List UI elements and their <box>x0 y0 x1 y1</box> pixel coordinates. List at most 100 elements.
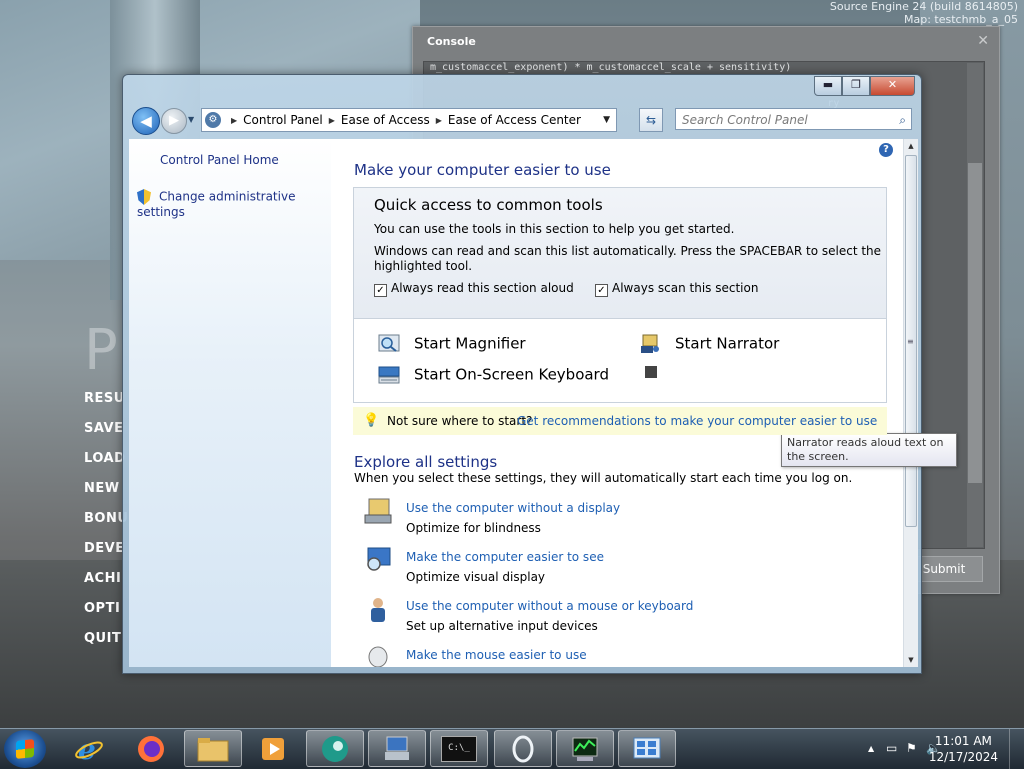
explore-settings-subtitle: When you select these settings, they wil… <box>354 471 853 485</box>
scroll-up-icon[interactable]: ▲ <box>904 139 918 153</box>
folder-icon <box>197 737 229 761</box>
minimize-button[interactable]: ▬ <box>814 76 842 96</box>
change-admin-settings-label: Change administrative settings <box>137 189 296 220</box>
taskbar-task-manager[interactable] <box>556 730 614 767</box>
start-onscreen-keyboard-label: Start On-Screen Keyboard <box>414 365 609 384</box>
person-input-icon <box>371 598 385 622</box>
high-contrast-icon <box>645 366 657 378</box>
search-input[interactable]: Search Control Panel ⌕ <box>675 108 912 130</box>
left-navigation-pane: Control Panel Home Change administrative… <box>129 139 331 667</box>
recent-pages-icon[interactable]: ▼ <box>188 115 194 124</box>
engine-info: Source Engine 24 (build 8614805) Map: te… <box>830 0 1018 26</box>
taskbar-file-explorer[interactable] <box>184 730 242 767</box>
remote-desktop-icon <box>385 736 409 760</box>
scroll-down-icon[interactable]: ▼ <box>904 653 918 667</box>
refresh-button[interactable]: ⇆ <box>639 108 663 132</box>
explore-settings-heading: Explore all settings <box>354 453 498 471</box>
read-aloud-label: Always read this section aloud <box>391 281 574 295</box>
start-button[interactable] <box>4 730 46 768</box>
caption-buttons: ▬ ❐ ✕ <box>814 76 915 96</box>
close-button[interactable]: ✕ <box>870 76 915 96</box>
engine-map: Map: testchmb_a_05 <box>904 13 1018 26</box>
setting-without-display-link[interactable]: Use the computer without a display <box>406 501 620 515</box>
change-admin-settings-link[interactable]: Change administrative settings <box>137 189 331 219</box>
quick-access-header: Quick access to common tools You can use… <box>354 188 886 319</box>
quick-access-section: Quick access to common tools You can use… <box>353 187 887 403</box>
start-magnifier-button[interactable]: Start Magnifier <box>378 334 526 354</box>
setting-without-display-desc: Optimize for blindness <box>406 521 541 535</box>
magnifier-icon <box>378 334 400 352</box>
control-panel-home-link[interactable]: Control Panel Home <box>160 153 279 167</box>
read-aloud-checkbox[interactable]: ✓ Always read this section aloud <box>374 281 574 297</box>
narrator-icon <box>641 334 659 353</box>
setting-mouse-easier-link[interactable]: Make the mouse easier to use <box>406 648 587 662</box>
taskbar: e C:\_ ▲ ▭ ⚑ 🔈 11:01 AM 12/17/2024 <box>0 728 1024 769</box>
show-desktop-button[interactable] <box>1009 729 1024 769</box>
scan-section-checkbox[interactable]: ✓ Always scan this section <box>595 281 758 297</box>
taskbar-internet-explorer[interactable]: e <box>60 730 118 767</box>
network-icon[interactable]: ▭ <box>886 741 897 755</box>
taskbar-remote-desktop[interactable] <box>368 730 426 767</box>
console-title: Console <box>427 35 476 48</box>
firefox-icon <box>138 735 164 762</box>
checkbox-check-icon: ✓ <box>595 284 608 297</box>
quick-access-title: Quick access to common tools <box>374 196 603 214</box>
breadcrumb-chevron-icon[interactable]: ▶ <box>329 116 335 125</box>
setting-without-mouse-keyboard-link[interactable]: Use the computer without a mouse or keyb… <box>406 599 693 613</box>
start-narrator-label: Start Narrator <box>675 334 780 353</box>
no-display-icon <box>364 498 392 524</box>
portal-icon <box>512 735 534 762</box>
internet-explorer-icon: e <box>75 734 103 764</box>
taskbar-control-panel[interactable] <box>618 730 676 767</box>
console-log-line: m_customaccel_exponent) * m_customaccel_… <box>430 62 792 73</box>
get-recommendations-link[interactable]: Get recommendations to make your compute… <box>517 407 877 435</box>
address-dropdown-icon[interactable]: ▼ <box>603 115 610 125</box>
windows-logo-icon <box>16 739 34 759</box>
ease-of-access-window: ▬ ❐ ✕ ◀ ▶ ▼ ⚙ ▶ Control Panel ▶ Ease of … <box>122 74 957 674</box>
taskbar-steam[interactable] <box>306 730 364 767</box>
taskbar-media-player[interactable] <box>244 730 302 767</box>
checkbox-check-icon: ✓ <box>374 284 387 297</box>
breadcrumb-ease-of-access-center[interactable]: Ease of Access Center <box>448 113 581 127</box>
command-prompt-icon: C:\_ <box>441 735 477 762</box>
quick-access-text-1: You can use the tools in this section to… <box>374 222 735 236</box>
task-manager-icon <box>572 737 598 761</box>
recommendation-banner: 💡 Not sure where to start? Get recommend… <box>353 407 887 435</box>
breadcrumb-chevron-icon[interactable]: ▶ <box>231 116 237 125</box>
start-onscreen-keyboard-button[interactable]: Start On-Screen Keyboard <box>378 365 609 385</box>
quick-access-text-3: highlighted tool. <box>374 259 473 273</box>
system-clock[interactable]: 11:01 AM 12/17/2024 <box>929 733 998 765</box>
navigation-bar: ◀ ▶ ▼ ⚙ ▶ Control Panel ▶ Ease of Access… <box>131 107 915 137</box>
console-scrollbar[interactable] <box>967 63 983 547</box>
address-bar[interactable]: ⚙ ▶ Control Panel ▶ Ease of Access ▶ Eas… <box>201 108 617 132</box>
console-scroll-thumb[interactable] <box>968 163 982 483</box>
back-button[interactable]: ◀ <box>132 107 160 135</box>
setting-without-mouse-keyboard-desc: Set up alternative input devices <box>406 619 598 633</box>
steam-icon <box>322 735 348 762</box>
forward-button[interactable]: ▶ <box>161 108 187 134</box>
control-panel-icon: ⚙ <box>205 112 221 128</box>
taskbar-portal[interactable] <box>494 730 552 767</box>
show-hidden-icons-icon[interactable]: ▲ <box>868 744 874 753</box>
lightbulb-icon: 💡 <box>363 413 380 428</box>
start-magnifier-label: Start Magnifier <box>414 334 526 353</box>
action-center-flag-icon[interactable]: ⚑ <box>906 741 917 755</box>
console-close-icon[interactable]: ✕ <box>977 33 989 49</box>
maximize-button[interactable]: ❐ <box>842 76 870 96</box>
page-title: Make your computer easier to use <box>354 161 611 179</box>
breadcrumb-control-panel[interactable]: Control Panel <box>243 113 323 127</box>
content-scrollbar[interactable]: ▲ ≡ ▼ <box>903 139 918 667</box>
taskbar-firefox[interactable] <box>122 730 180 767</box>
setting-easier-to-see-desc: Optimize visual display <box>406 570 546 584</box>
taskbar-command-prompt[interactable]: C:\_ <box>430 730 488 767</box>
help-icon[interactable]: ? <box>879 143 893 157</box>
setting-easier-to-see-link[interactable]: Make the computer easier to see <box>406 550 604 564</box>
start-narrator-button[interactable]: Start Narrator <box>639 334 779 354</box>
keyboard-icon <box>378 366 400 384</box>
mouse-icon <box>368 646 388 667</box>
breadcrumb-chevron-icon[interactable]: ▶ <box>436 116 442 125</box>
narrator-tooltip: Narrator reads aloud text on the screen. <box>781 433 957 467</box>
game-logo: P <box>84 318 118 383</box>
search-icon[interactable]: ⌕ <box>899 109 906 131</box>
breadcrumb-ease-of-access[interactable]: Ease of Access <box>341 113 430 127</box>
